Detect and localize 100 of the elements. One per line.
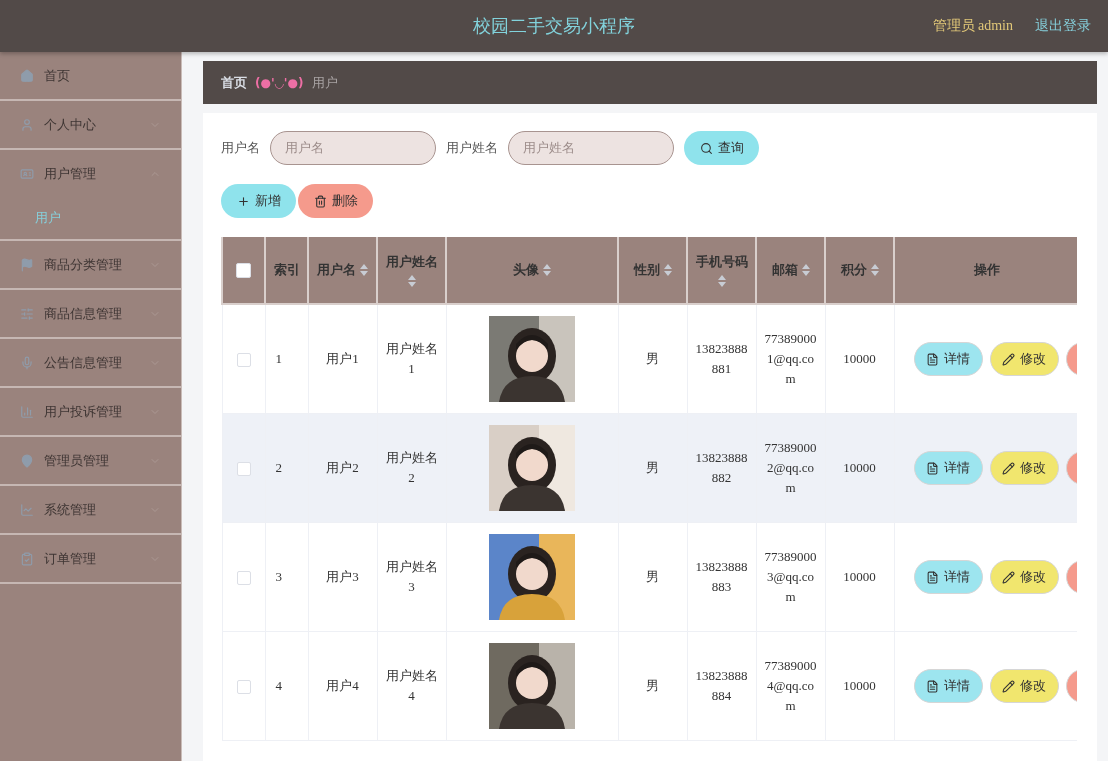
column-header: 用户姓名 (385, 253, 438, 271)
sort-icon[interactable] (663, 264, 672, 276)
sort-icon[interactable] (870, 264, 879, 276)
column-header: 操作 (973, 261, 1000, 279)
add-button[interactable]: 新增 (221, 184, 296, 218)
row-checkbox[interactable] (236, 353, 251, 367)
logout-link[interactable]: 退出登录 (1035, 17, 1091, 35)
table-cell: 13823888882 (695, 450, 748, 485)
sidebar-label: 管理员管理 (44, 451, 110, 470)
sort-icon[interactable] (717, 275, 726, 287)
table-cell: 用户姓名4 (385, 668, 438, 703)
search-icon (699, 141, 713, 155)
sidebar-item[interactable]: 系统管理 (0, 486, 181, 535)
clipboard-icon (20, 551, 34, 566)
sidebar-item[interactable]: 用户管理 (0, 150, 181, 197)
table-cell: 10000 (843, 460, 876, 475)
trash-icon (313, 194, 327, 208)
line-chart-icon (20, 502, 34, 517)
table-cell: 2 (275, 460, 282, 475)
home-icon (20, 68, 34, 83)
breadcrumb-link[interactable]: 首页 (221, 73, 247, 92)
pencil-icon (1002, 570, 1015, 584)
column-header: 邮箱 (771, 261, 798, 279)
table-cell: 13823888883 (695, 559, 748, 594)
map-pin-icon (20, 453, 34, 468)
sort-icon[interactable] (360, 264, 368, 276)
table-cell: 用户姓名2 (385, 450, 438, 485)
sidebar-item[interactable]: 商品分类管理 (0, 241, 181, 290)
flag-icon (20, 257, 34, 272)
sidebar-label: 公告信息管理 (44, 353, 123, 372)
document-icon (926, 461, 939, 475)
column-header: 用户名 (317, 261, 356, 279)
pencil-icon (1002, 461, 1015, 475)
sidebar-item[interactable]: 管理员管理 (0, 437, 181, 486)
sidebar-item[interactable]: 用户投诉管理 (0, 388, 181, 437)
row-checkbox[interactable] (236, 571, 251, 585)
sidebar-item[interactable]: 订单管理 (0, 535, 181, 584)
edit-button[interactable]: 修改 (989, 669, 1059, 703)
sidebar-item[interactable]: 个人中心 (0, 101, 181, 150)
sidebar-label: 首页 (44, 66, 71, 85)
table-cell: 773890003@qq.com (764, 549, 817, 604)
table-cell: 男 (646, 351, 659, 366)
table-cell: 3 (275, 569, 282, 584)
detail-button[interactable]: 详情 (913, 451, 983, 485)
sidebar-label: 商品分类管理 (44, 255, 123, 274)
table-cell: 4 (275, 678, 282, 693)
field-label: 用户姓名 (446, 139, 498, 157)
table-cell: 773890002@qq.com (764, 440, 817, 495)
plus-icon (236, 194, 250, 208)
select-all-checkbox[interactable] (236, 263, 251, 279)
edit-button[interactable]: 修改 (989, 451, 1059, 485)
column-header: 索引 (273, 261, 300, 279)
table-cell: 773890001@qq.com (764, 331, 817, 386)
search-field[interactable]: 用户名 (270, 131, 436, 165)
row-checkbox[interactable] (236, 462, 251, 476)
sort-icon[interactable] (543, 264, 551, 276)
sliders-icon (20, 306, 34, 321)
sidebar-label: 订单管理 (44, 549, 97, 568)
sidebar-item[interactable]: 公告信息管理 (0, 339, 181, 388)
pencil-icon (1002, 679, 1015, 693)
microphone-icon (20, 355, 34, 370)
table-cell: 用户2 (326, 460, 359, 475)
detail-button[interactable]: 详情 (913, 669, 983, 703)
table-cell: 用户姓名3 (385, 559, 438, 594)
table-cell: 用户1 (326, 351, 359, 366)
edit-button[interactable]: 修改 (989, 342, 1059, 376)
id-card-icon (20, 166, 34, 181)
search-field[interactable]: 用户姓名 (508, 131, 674, 165)
document-icon (926, 352, 939, 366)
delete-button[interactable]: 删除 (298, 184, 373, 218)
pencil-icon (1002, 352, 1015, 366)
sidebar-label: 商品信息管理 (44, 304, 123, 323)
detail-button[interactable]: 详情 (913, 560, 983, 594)
sort-icon[interactable] (407, 275, 416, 287)
sidebar-item[interactable]: 首页 (0, 52, 181, 101)
breadcrumb-current: 用户 (311, 73, 338, 92)
table-cell: 1 (275, 351, 282, 366)
table-cell: 773890004@qq.com (764, 658, 817, 713)
table-cell: 13823888881 (695, 341, 748, 376)
sidebar-item[interactable]: 商品信息管理 (0, 290, 181, 339)
detail-button[interactable]: 详情 (913, 342, 983, 376)
app-title: 校园二手交易小程序 (473, 15, 635, 38)
table-cell: 用户姓名1 (385, 341, 438, 376)
user-icon (20, 117, 34, 132)
edit-button[interactable]: 修改 (989, 560, 1059, 594)
sidebar-label: 系统管理 (44, 500, 97, 519)
table-cell: 用户4 (326, 678, 359, 693)
column-header: 头像 (513, 261, 539, 279)
breadcrumb-separator: (●'◡'●) (255, 75, 304, 90)
table-cell: 10000 (843, 351, 876, 366)
row-checkbox[interactable] (236, 680, 251, 694)
column-header: 积分 (840, 261, 867, 279)
column-header: 性别 (633, 261, 660, 279)
search-button[interactable]: 查询 (684, 131, 759, 165)
sidebar-label: 个人中心 (44, 115, 97, 134)
table-cell: 用户3 (326, 569, 359, 584)
sort-icon[interactable] (801, 264, 810, 276)
document-icon (926, 570, 939, 584)
table-cell: 男 (646, 569, 659, 584)
table-cell: 10000 (843, 678, 876, 693)
